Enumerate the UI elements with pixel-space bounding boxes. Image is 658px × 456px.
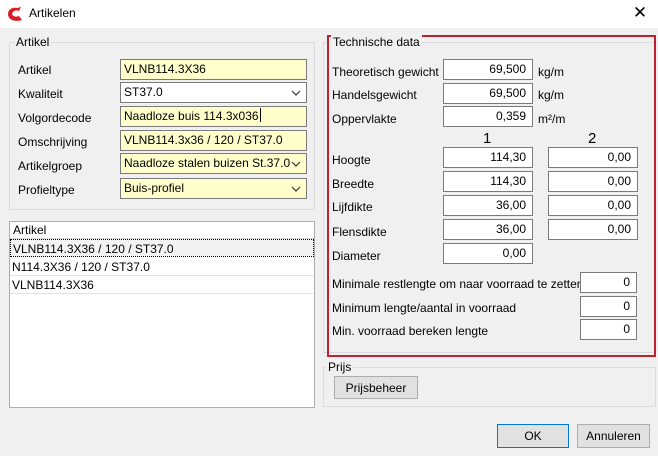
volgordecode-field[interactable]: Naadloze buis 114.3x036 bbox=[120, 106, 307, 127]
flensdikte-label: Flensdikte bbox=[332, 225, 387, 239]
profieltype-label: Profieltype bbox=[18, 183, 75, 197]
min-voorraad-field[interactable]: 0 bbox=[580, 319, 637, 340]
chevron-down-icon[interactable] bbox=[290, 154, 302, 173]
artikel-label: Artikel bbox=[18, 63, 52, 77]
chevron-down-icon[interactable] bbox=[290, 179, 302, 198]
diameter-field[interactable]: 0,00 bbox=[443, 243, 533, 264]
hoogte-1-field[interactable]: 114,30 bbox=[443, 147, 533, 168]
profieltype-value: Buis-profiel bbox=[124, 181, 185, 195]
artikelen-dialog: Artikelen ✕ Artikel Artikel VLNB114.3X36… bbox=[0, 0, 658, 456]
kwaliteit-value: ST37.0 bbox=[124, 85, 163, 99]
close-icon[interactable]: ✕ bbox=[628, 3, 652, 25]
technische-data-label: Technische data bbox=[331, 35, 422, 49]
handelsgewicht-label: Handelsgewicht bbox=[332, 88, 417, 102]
breedte-2-field[interactable]: 0,00 bbox=[548, 171, 638, 192]
text-caret bbox=[259, 108, 261, 122]
artikelgroep-value: Naadloze stalen buizen St.37.0 bbox=[124, 156, 291, 170]
omschrijving-label: Omschrijving bbox=[18, 135, 88, 149]
oppervlakte-label: Oppervlakte bbox=[332, 112, 397, 126]
artikelgroep-label: Artikelgroep bbox=[18, 159, 83, 173]
theoretisch-gewicht-label: Theoretisch gewicht bbox=[332, 65, 439, 79]
min-restlengte-field[interactable]: 0 bbox=[580, 272, 637, 293]
cancel-button[interactable]: Annuleren bbox=[577, 424, 650, 448]
chevron-down-icon[interactable] bbox=[290, 83, 302, 102]
theoretisch-gewicht-unit: kg/m bbox=[538, 65, 565, 79]
min-lengte-aantal-field[interactable]: 0 bbox=[580, 296, 637, 317]
app-logo-icon bbox=[7, 6, 23, 22]
hoogte-2-field[interactable]: 0,00 bbox=[548, 147, 638, 168]
artikel-group-label: Artikel bbox=[14, 35, 52, 49]
artikel-list[interactable]: Artikel VLNB114.3X36 / 120 / ST37.0 N114… bbox=[9, 221, 315, 408]
theoretisch-gewicht-field[interactable]: 69,500 bbox=[443, 59, 533, 80]
column-1-header: 1 bbox=[483, 130, 492, 147]
lijfdikte-1-field[interactable]: 36,00 bbox=[443, 195, 533, 216]
prijsbeheer-button[interactable]: Prijsbeheer bbox=[334, 376, 418, 399]
omschrijving-field[interactable]: VLNB114.3x36 / 120 / ST37.0 bbox=[120, 130, 307, 151]
volgordecode-label: Volgordecode bbox=[18, 111, 92, 125]
min-voorraad-label: Min. voorraad bereken lengte bbox=[332, 324, 489, 338]
oppervlakte-field[interactable]: 0,359 bbox=[443, 106, 533, 127]
column-2-header: 2 bbox=[588, 130, 597, 147]
list-column-header[interactable]: Artikel bbox=[10, 222, 314, 239]
artikelgroep-select[interactable]: Naadloze stalen buizen St.37.0 bbox=[120, 153, 307, 174]
list-item[interactable]: N114.3X36 / 120 / ST37.0 bbox=[10, 258, 314, 276]
oppervlakte-unit: m²/m bbox=[538, 112, 566, 126]
hoogte-label: Hoogte bbox=[332, 153, 371, 167]
diameter-label: Diameter bbox=[332, 249, 381, 263]
lijfdikte-2-field[interactable]: 0,00 bbox=[548, 195, 638, 216]
ok-button[interactable]: OK bbox=[497, 424, 569, 448]
flensdikte-2-field[interactable]: 0,00 bbox=[548, 219, 638, 240]
breedte-1-field[interactable]: 114,30 bbox=[443, 171, 533, 192]
handelsgewicht-unit: kg/m bbox=[538, 88, 565, 102]
profieltype-select[interactable]: Buis-profiel bbox=[120, 178, 307, 199]
window-title: Artikelen bbox=[29, 6, 76, 20]
handelsgewicht-field[interactable]: 69,500 bbox=[443, 83, 533, 104]
min-lengte-aantal-label: Minimum lengte/aantal in voorraad bbox=[332, 301, 517, 315]
list-item[interactable]: VLNB114.3X36 / 120 / ST37.0 bbox=[10, 239, 314, 257]
artikel-field[interactable]: VLNB114.3X36 bbox=[120, 59, 307, 80]
prijs-label: Prijs bbox=[326, 360, 354, 374]
kwaliteit-select[interactable]: ST37.0 bbox=[120, 82, 307, 103]
min-restlengte-label: Minimale restlengte om naar voorraad te … bbox=[332, 277, 584, 291]
breedte-label: Breedte bbox=[332, 177, 375, 191]
list-item[interactable]: VLNB114.3X36 bbox=[10, 276, 314, 294]
flensdikte-1-field[interactable]: 36,00 bbox=[443, 219, 533, 240]
kwaliteit-label: Kwaliteit bbox=[18, 87, 63, 101]
lijfdikte-label: Lijfdikte bbox=[332, 200, 373, 214]
title-bar: Artikelen ✕ bbox=[0, 0, 658, 28]
volgordecode-value: Naadloze buis 114.3x036 bbox=[124, 109, 259, 123]
